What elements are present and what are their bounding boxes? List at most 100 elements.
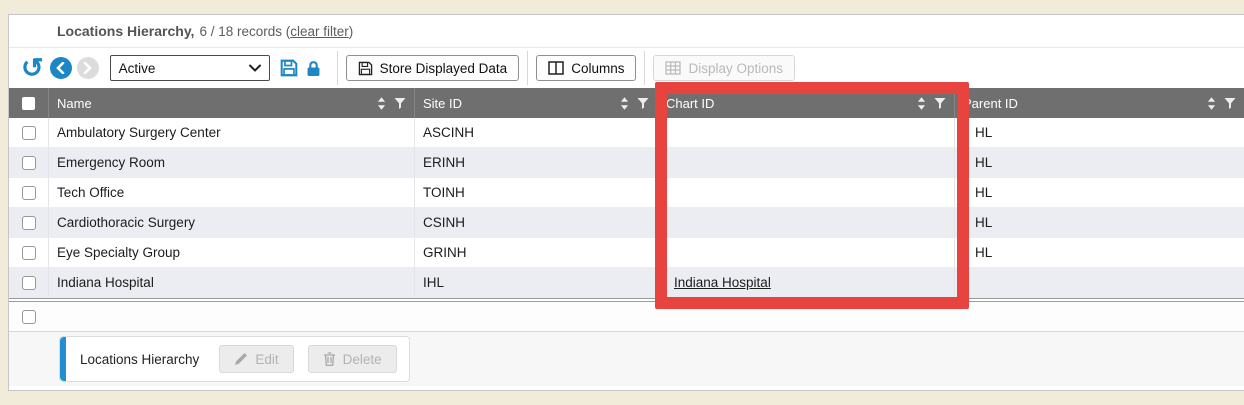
table-row[interactable]: Cardiothoracic Surgery CSINH HL: [9, 208, 1244, 238]
record-count: 6 / 18 records (: [199, 24, 290, 39]
site-id-cell: TOINH: [414, 178, 657, 207]
row-checkbox[interactable]: [22, 246, 36, 260]
store-displayed-data-label: Store Displayed Data: [380, 61, 508, 76]
chevron-down-icon: [249, 64, 261, 72]
delete-label: Delete: [343, 352, 382, 367]
pencil-icon: [234, 352, 248, 366]
chart-id-link[interactable]: Indiana Hospital: [674, 275, 771, 290]
delete-button: Delete: [308, 345, 397, 373]
column-header-chart-id-label: Chart ID: [666, 96, 913, 111]
name-cell: Indiana Hospital: [48, 268, 414, 297]
footer-label: Locations Hierarchy: [80, 352, 199, 367]
status-filter-select[interactable]: Active: [110, 55, 270, 81]
row-checkbox[interactable]: [22, 186, 36, 200]
display-options-button: Display Options: [653, 55, 795, 81]
forward-icon: [77, 57, 99, 79]
column-header-site-id[interactable]: Site ID: [414, 88, 657, 118]
trash-icon: [323, 352, 336, 366]
chart-id-cell: Indiana Hospital: [657, 268, 954, 297]
save-icon: [358, 61, 373, 76]
table-row[interactable]: Tech Office TOINH HL: [9, 178, 1244, 208]
row-checkbox-cell: [9, 238, 48, 267]
column-header-name[interactable]: Name: [48, 88, 414, 118]
locations-hierarchy-panel: Locations Hierarchy, 6 / 18 records (cle…: [8, 14, 1244, 391]
column-header-chart-id[interactable]: Chart ID: [657, 88, 954, 118]
column-header-parent-id-label: Parent ID: [963, 96, 1203, 111]
clear-filter-link[interactable]: clear filter: [290, 24, 349, 39]
column-header-name-label: Name: [57, 96, 373, 111]
row-checkbox[interactable]: [22, 216, 36, 230]
sort-icon[interactable]: [917, 97, 926, 110]
name-cell: Ambulatory Surgery Center: [48, 118, 414, 147]
toolbar-separator: [527, 51, 528, 85]
chart-id-cell: [657, 118, 954, 147]
toolbar: ↺ Active Store Displayed Data Columns: [9, 48, 1244, 88]
undo-icon[interactable]: ↺: [21, 57, 44, 79]
site-id-cell: IHL: [414, 268, 657, 297]
row-checkbox-cell: [9, 118, 48, 147]
row-checkbox[interactable]: [22, 276, 36, 290]
save-view-icon[interactable]: [280, 59, 298, 77]
toolbar-separator: [337, 51, 338, 85]
parent-id-cell: HL: [954, 208, 1244, 237]
accent-bar: [60, 337, 66, 381]
new-entry-row[interactable]: [9, 302, 1244, 332]
site-id-cell: GRINH: [414, 238, 657, 267]
parent-id-cell: [954, 268, 1244, 297]
row-checkbox-cell: [9, 268, 48, 297]
row-checkbox-cell: [9, 148, 48, 177]
chart-id-cell: [657, 178, 954, 207]
row-checkbox-cell: [9, 208, 48, 237]
row-checkbox[interactable]: [22, 126, 36, 140]
parent-id-cell: HL: [954, 118, 1244, 147]
name-cell: Tech Office: [48, 178, 414, 207]
store-displayed-data-button[interactable]: Store Displayed Data: [346, 55, 520, 81]
site-id-cell: ASCINH: [414, 118, 657, 147]
site-id-cell: ERINH: [414, 148, 657, 177]
toolbar-separator: [644, 51, 645, 85]
name-cell: Cardiothoracic Surgery: [48, 208, 414, 237]
columns-icon: [548, 61, 564, 75]
panel-title-bar: Locations Hierarchy, 6 / 18 records (cle…: [9, 15, 1244, 48]
select-all-cell: [9, 88, 48, 118]
row-checkbox[interactable]: [22, 156, 36, 170]
sort-icon[interactable]: [377, 97, 386, 110]
selection-action-box: Locations Hierarchy Edit Delete: [59, 336, 410, 382]
table-row[interactable]: Eye Specialty Group GRINH HL: [9, 238, 1244, 268]
chart-id-cell: [657, 148, 954, 177]
filter-icon[interactable]: [394, 97, 406, 109]
name-cell: Emergency Room: [48, 148, 414, 177]
columns-label: Columns: [571, 61, 624, 76]
row-checkbox-cell: [9, 178, 48, 207]
grid-icon: [665, 61, 681, 75]
back-icon[interactable]: [50, 57, 72, 79]
sort-icon[interactable]: [1207, 97, 1216, 110]
table-row[interactable]: Emergency Room ERINH HL: [9, 148, 1244, 178]
display-options-label: Display Options: [688, 61, 783, 76]
filter-icon[interactable]: [637, 97, 649, 109]
table-row[interactable]: Indiana Hospital IHL Indiana Hospital: [9, 268, 1244, 298]
status-filter-value: Active: [119, 61, 156, 76]
parent-id-cell: HL: [954, 238, 1244, 267]
columns-button[interactable]: Columns: [536, 55, 636, 81]
lock-icon[interactable]: [306, 60, 321, 77]
filter-icon[interactable]: [934, 97, 946, 109]
sort-icon[interactable]: [620, 97, 629, 110]
footer-bar: Locations Hierarchy Edit Delete: [9, 332, 1244, 386]
chart-id-cell: [657, 208, 954, 237]
table-row[interactable]: Ambulatory Surgery Center ASCINH HL: [9, 118, 1244, 148]
column-header-parent-id[interactable]: Parent ID: [954, 88, 1244, 118]
edit-label: Edit: [255, 352, 278, 367]
edit-button: Edit: [219, 345, 293, 373]
column-header-site-id-label: Site ID: [423, 96, 616, 111]
page-title: Locations Hierarchy,: [57, 23, 194, 39]
filter-icon[interactable]: [1224, 97, 1236, 109]
row-checkbox[interactable]: [22, 310, 36, 324]
parent-id-cell: HL: [954, 178, 1244, 207]
site-id-cell: CSINH: [414, 208, 657, 237]
chart-id-cell: [657, 238, 954, 267]
select-all-checkbox[interactable]: [22, 97, 35, 110]
table-header-row: Name Site ID Chart ID Parent ID: [9, 88, 1244, 118]
record-count-suffix: ): [349, 24, 354, 39]
name-cell: Eye Specialty Group: [48, 238, 414, 267]
